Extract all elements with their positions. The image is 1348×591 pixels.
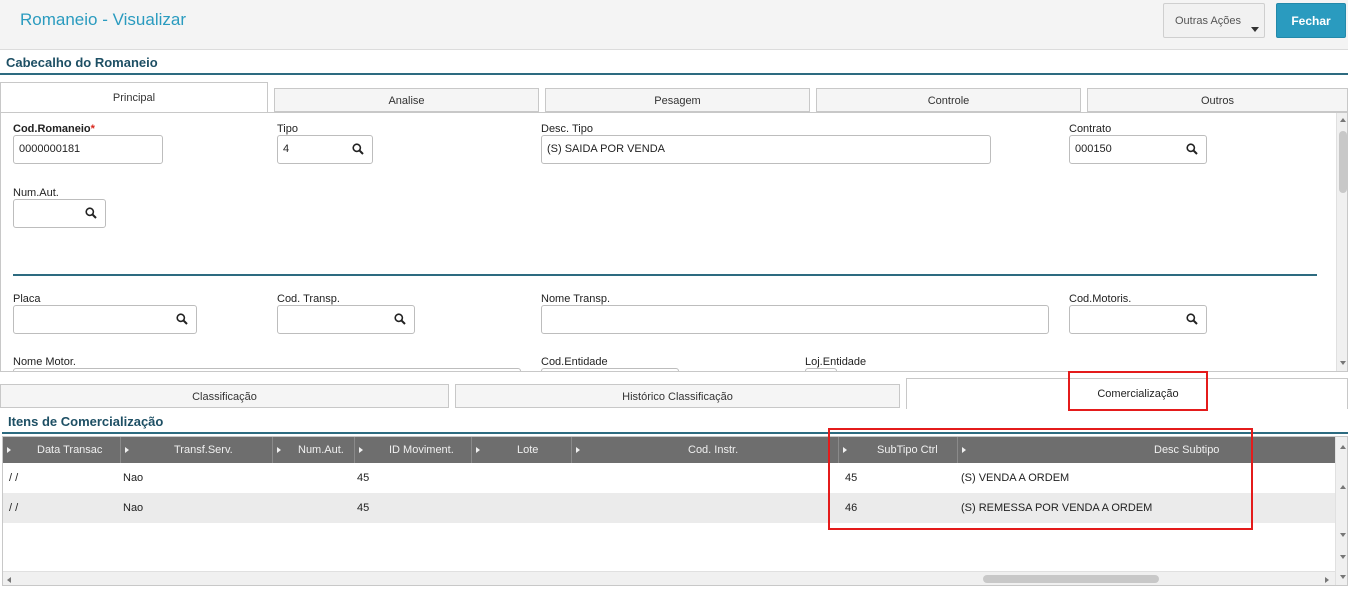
section-divider bbox=[0, 73, 1348, 75]
tab-controle[interactable]: Controle bbox=[816, 88, 1081, 112]
cell-id-moviment: 45 bbox=[357, 502, 370, 514]
placa-field[interactable] bbox=[13, 305, 197, 334]
grid-horizontal-scrollbar[interactable] bbox=[3, 571, 1335, 585]
scroll-up-icon[interactable] bbox=[1340, 445, 1346, 449]
grid-header: Data Transac Transf.Serv. Num.Aut. ID Mo… bbox=[3, 437, 1335, 463]
search-icon[interactable] bbox=[352, 143, 364, 155]
sort-arrow-icon bbox=[125, 447, 129, 453]
cod-motoris-field[interactable] bbox=[1069, 305, 1207, 334]
form-panel: Cod.Romaneio* 0000000181 Tipo 4 Desc. Ti… bbox=[0, 112, 1348, 372]
tipo-value: 4 bbox=[283, 143, 290, 155]
more-actions-button[interactable]: Outras Ações bbox=[1163, 3, 1265, 38]
column-header-lote[interactable]: Lote bbox=[472, 437, 572, 463]
column-header-id-moviment[interactable]: ID Moviment. bbox=[355, 437, 472, 463]
more-actions-label: Outras Ações bbox=[1175, 15, 1242, 27]
contrato-label: Contrato bbox=[1069, 123, 1112, 135]
column-header-transf-serv[interactable]: Transf.Serv. bbox=[121, 437, 273, 463]
sort-arrow-icon bbox=[576, 447, 580, 453]
form-scrollbar[interactable] bbox=[1336, 113, 1347, 371]
cell-desc-subtipo: (S) REMESSA POR VENDA A ORDEM bbox=[961, 502, 1153, 514]
cod-entidade-field[interactable] bbox=[541, 368, 679, 371]
contrato-value: 000150 bbox=[1075, 143, 1112, 155]
nome-transp-field[interactable] bbox=[541, 305, 1049, 334]
form-divider bbox=[13, 274, 1317, 276]
items-grid: Data Transac Transf.Serv. Num.Aut. ID Mo… bbox=[2, 436, 1348, 586]
scroll-right-icon[interactable] bbox=[1325, 577, 1329, 583]
scroll-down-icon[interactable] bbox=[1340, 533, 1346, 537]
sort-arrow-icon bbox=[359, 447, 363, 453]
search-icon[interactable] bbox=[394, 313, 406, 325]
contrato-field[interactable]: 000150 bbox=[1069, 135, 1207, 164]
table-row[interactable]: / / Nao 45 46 (S) REMESSA POR VENDA A OR… bbox=[3, 493, 1335, 523]
sort-arrow-icon bbox=[476, 447, 480, 453]
header-section-title: Cabecalho do Romaneio bbox=[6, 55, 158, 70]
scroll-up-icon[interactable] bbox=[1340, 118, 1346, 122]
search-icon[interactable] bbox=[1186, 143, 1198, 155]
search-icon[interactable] bbox=[176, 313, 188, 325]
sort-arrow-icon bbox=[843, 447, 847, 453]
loj-entidade-field[interactable] bbox=[805, 368, 837, 371]
sort-arrow-icon bbox=[277, 447, 281, 453]
cod-motoris-label: Cod.Motoris. bbox=[1069, 293, 1132, 305]
scroll-down-icon[interactable] bbox=[1340, 361, 1346, 365]
cell-id-moviment: 45 bbox=[357, 472, 370, 484]
tipo-label: Tipo bbox=[277, 123, 298, 135]
scroll-left-icon[interactable] bbox=[7, 577, 11, 583]
cod-romaneio-field[interactable]: 0000000181 bbox=[13, 135, 163, 164]
desc-tipo-label: Desc. Tipo bbox=[541, 123, 593, 135]
cell-data-transac: / / bbox=[9, 502, 19, 514]
num-aut-label: Num.Aut. bbox=[13, 187, 59, 199]
search-icon[interactable] bbox=[1186, 313, 1198, 325]
scroll-up-icon[interactable] bbox=[1340, 485, 1346, 489]
cod-entidade-label: Cod.Entidade bbox=[541, 356, 608, 368]
cod-transp-label: Cod. Transp. bbox=[277, 293, 340, 305]
cell-subtipo-ctrl: 46 bbox=[845, 502, 858, 514]
nome-motor-label: Nome Motor. bbox=[13, 356, 76, 368]
close-button[interactable]: Fechar bbox=[1276, 3, 1346, 38]
desc-tipo-value: (S) SAIDA POR VENDA bbox=[547, 143, 665, 155]
scrollbar-thumb[interactable] bbox=[983, 575, 1159, 583]
scroll-down-icon[interactable] bbox=[1340, 555, 1346, 559]
tab-analise[interactable]: Analise bbox=[274, 88, 539, 112]
nome-transp-label: Nome Transp. bbox=[541, 293, 611, 305]
table-row[interactable]: / / Nao 45 45 (S) VENDA A ORDEM bbox=[3, 463, 1335, 493]
cell-transf-serv: Nao bbox=[123, 472, 144, 484]
page-title: Romaneio - Visualizar bbox=[20, 10, 186, 29]
cod-transp-field[interactable] bbox=[277, 305, 415, 334]
search-icon[interactable] bbox=[85, 207, 97, 219]
sort-arrow-icon bbox=[962, 447, 966, 453]
tab-classificacao[interactable]: Classificação bbox=[0, 384, 449, 408]
desc-tipo-field[interactable]: (S) SAIDA POR VENDA bbox=[541, 135, 991, 164]
tab-pesagem[interactable]: Pesagem bbox=[545, 88, 810, 112]
placa-label: Placa bbox=[13, 293, 41, 305]
nome-motor-field[interactable] bbox=[13, 368, 521, 371]
loj-entidade-label: Loj.Entidade bbox=[805, 356, 867, 368]
tab-outros[interactable]: Outros bbox=[1087, 88, 1348, 112]
chevron-down-icon bbox=[1251, 27, 1259, 32]
cell-desc-subtipo: (S) VENDA A ORDEM bbox=[961, 472, 1070, 484]
sort-arrow-icon bbox=[7, 447, 11, 453]
column-header-data-transac[interactable]: Data Transac bbox=[3, 437, 121, 463]
items-section-title: Itens de Comercialização bbox=[8, 414, 164, 429]
tipo-field[interactable]: 4 bbox=[277, 135, 373, 164]
scrollbar-thumb[interactable] bbox=[1339, 131, 1347, 193]
section-divider bbox=[2, 432, 1348, 434]
column-header-cod-instr[interactable]: Cod. Instr. bbox=[572, 437, 839, 463]
cell-data-transac: / / bbox=[9, 472, 19, 484]
grid-scrollbar[interactable] bbox=[1335, 437, 1347, 585]
column-header-num-aut[interactable]: Num.Aut. bbox=[273, 437, 355, 463]
cod-romaneio-value: 0000000181 bbox=[19, 143, 81, 155]
column-header-subtipo-ctrl[interactable]: SubTipo Ctrl bbox=[839, 437, 958, 463]
tab-historico-classificacao[interactable]: Histórico Classificação bbox=[455, 384, 900, 408]
cell-subtipo-ctrl: 45 bbox=[845, 472, 858, 484]
top-bar: Romaneio - Visualizar Outras Ações Fecha… bbox=[0, 0, 1348, 50]
cell-transf-serv: Nao bbox=[123, 502, 144, 514]
tab-principal[interactable]: Principal bbox=[0, 82, 268, 113]
tab-comercializacao-label: Comercialização bbox=[1097, 388, 1179, 400]
cod-romaneio-label: Cod.Romaneio* bbox=[13, 123, 95, 135]
scroll-down-icon[interactable] bbox=[1340, 575, 1346, 579]
num-aut-field[interactable] bbox=[13, 199, 106, 228]
column-header-desc-subtipo[interactable]: Desc Subtipo bbox=[958, 437, 1335, 463]
